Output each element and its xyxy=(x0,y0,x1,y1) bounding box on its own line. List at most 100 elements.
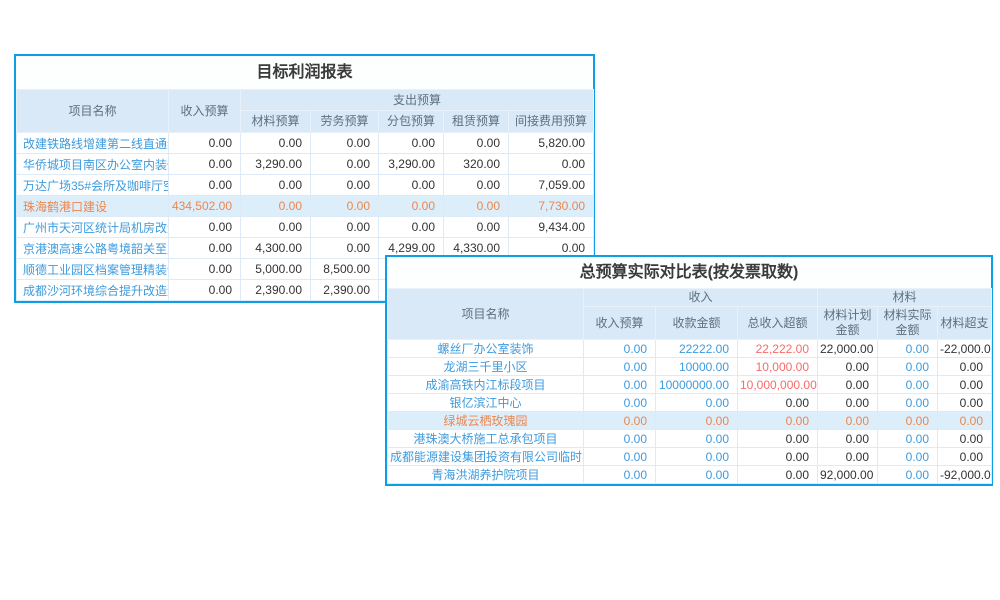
table-row: 银亿滨江中心0.000.000.000.000.000.00 xyxy=(388,394,992,412)
project-name-link[interactable]: 成渝高铁内江标段项目 xyxy=(388,376,584,394)
value-cell: 22,222.00 xyxy=(738,340,818,358)
table-row: 改建铁路线增建第二线直通线（成0.000.000.000.000.005,820… xyxy=(17,133,594,154)
table2-grid: 项目名称 收入 材料 收入预算 收款金额 总收入超额 材料计划金额 材料实际金额… xyxy=(387,288,992,484)
value-cell: 0.00 xyxy=(656,412,738,430)
col-project-name: 项目名称 xyxy=(17,90,169,133)
value-cell: 0.00 xyxy=(818,430,878,448)
project-name-link[interactable]: 螺丝厂办公室装饰 xyxy=(388,340,584,358)
value-cell: 0.00 xyxy=(444,133,509,154)
value-cell: 0.00 xyxy=(878,430,938,448)
value-cell: 0.00 xyxy=(738,430,818,448)
value-cell: 320.00 xyxy=(444,154,509,175)
budget-actual-comparison-report: 总预算实际对比表(按发票取数) 项目名称 收入 材料 收入预算 收款金额 总收入… xyxy=(385,255,993,486)
value-cell: 0.00 xyxy=(169,133,241,154)
col-subcontract-budget: 分包预算 xyxy=(379,111,444,133)
value-cell: 0.00 xyxy=(311,217,379,238)
value-cell: 0.00 xyxy=(584,466,656,484)
value-cell: 0.00 xyxy=(169,175,241,196)
project-name-link[interactable]: 京港澳高速公路粤境韶关至广州三 xyxy=(17,238,169,259)
value-cell: 0.00 xyxy=(738,466,818,484)
value-cell: 3,290.00 xyxy=(241,154,311,175)
project-name-link[interactable]: 改建铁路线增建第二线直通线（成 xyxy=(17,133,169,154)
value-cell: 0.00 xyxy=(878,448,938,466)
table-row: 华侨城项目南区办公室内装修工程0.003,290.000.003,290.003… xyxy=(17,154,594,175)
value-cell: 0.00 xyxy=(379,175,444,196)
table2-header: 项目名称 收入 材料 收入预算 收款金额 总收入超额 材料计划金额 材料实际金额… xyxy=(388,289,992,340)
project-name-link[interactable]: 万达广场35#会所及咖啡厅空调安 xyxy=(17,175,169,196)
value-cell: 0.00 xyxy=(878,376,938,394)
col-indirect-cost-budget: 间接费用预算 xyxy=(509,111,594,133)
value-cell: -22,000.00 xyxy=(938,340,992,358)
col-group-material: 材料 xyxy=(818,289,992,307)
value-cell: 0.00 xyxy=(241,196,311,217)
value-cell: 5,000.00 xyxy=(241,259,311,280)
value-cell: 0.00 xyxy=(878,358,938,376)
value-cell: 2,390.00 xyxy=(311,280,379,301)
value-cell: 0.00 xyxy=(379,196,444,217)
project-name-link[interactable]: 广州市天河区统计局机房改造项目 xyxy=(17,217,169,238)
table-row: 万达广场35#会所及咖啡厅空调安0.000.000.000.000.007,05… xyxy=(17,175,594,196)
value-cell: 0.00 xyxy=(584,430,656,448)
project-name-link[interactable]: 华侨城项目南区办公室内装修工程 xyxy=(17,154,169,175)
table1-title: 目标利润报表 xyxy=(16,56,593,89)
col-project-name: 项目名称 xyxy=(388,289,584,340)
value-cell: 0.00 xyxy=(656,430,738,448)
value-cell: 0.00 xyxy=(584,358,656,376)
table2-body: 螺丝厂办公室装饰0.0022222.0022,222.0022,000.000.… xyxy=(388,340,992,484)
value-cell: 0.00 xyxy=(738,394,818,412)
value-cell: 7,059.00 xyxy=(509,175,594,196)
table-row: 成都能源建设集团投资有限公司临时办公场所装修工0.000.000.000.000… xyxy=(388,448,992,466)
col-material-budget: 材料预算 xyxy=(241,111,311,133)
value-cell: 0.00 xyxy=(656,394,738,412)
project-name-link[interactable]: 银亿滨江中心 xyxy=(388,394,584,412)
value-cell: 10,000.00 xyxy=(738,358,818,376)
col-material-overrun: 材料超支 xyxy=(938,307,992,340)
project-name-link[interactable]: 珠海鹤港口建设 xyxy=(17,196,169,217)
value-cell: 0.00 xyxy=(818,394,878,412)
project-name-link[interactable]: 青海洪湖养护院项目 xyxy=(388,466,584,484)
value-cell: 0.00 xyxy=(938,448,992,466)
value-cell: 5,820.00 xyxy=(509,133,594,154)
value-cell: 10,000,000.00 xyxy=(738,376,818,394)
value-cell: 0.00 xyxy=(938,376,992,394)
value-cell: 0.00 xyxy=(241,175,311,196)
value-cell: 0.00 xyxy=(379,217,444,238)
value-cell: 0.00 xyxy=(938,358,992,376)
value-cell: 0.00 xyxy=(509,154,594,175)
value-cell: 0.00 xyxy=(311,154,379,175)
value-cell: 10000000.00 xyxy=(656,376,738,394)
value-cell: 0.00 xyxy=(656,448,738,466)
value-cell: 0.00 xyxy=(656,466,738,484)
value-cell: 0.00 xyxy=(241,133,311,154)
project-name-link[interactable]: 成都能源建设集团投资有限公司临时办公场所装修工 xyxy=(388,448,584,466)
project-name-link[interactable]: 港珠澳大桥施工总承包项目 xyxy=(388,430,584,448)
value-cell: 0.00 xyxy=(938,412,992,430)
value-cell: 434,502.00 xyxy=(169,196,241,217)
project-name-link[interactable]: 龙湖三千里小区 xyxy=(388,358,584,376)
table-row: 港珠澳大桥施工总承包项目0.000.000.000.000.000.00 xyxy=(388,430,992,448)
project-name-link[interactable]: 成都沙河环境综合提升改造运河护 xyxy=(17,280,169,301)
value-cell: 0.00 xyxy=(878,412,938,430)
table-row: 螺丝厂办公室装饰0.0022222.0022,222.0022,000.000.… xyxy=(388,340,992,358)
value-cell: 0.00 xyxy=(444,175,509,196)
value-cell: 0.00 xyxy=(584,340,656,358)
value-cell: 0.00 xyxy=(311,175,379,196)
value-cell: 2,390.00 xyxy=(241,280,311,301)
value-cell: 0.00 xyxy=(311,133,379,154)
col-lease-budget: 租赁预算 xyxy=(444,111,509,133)
page: 目标利润报表 项目名称 收入预算 支出预算 材料预算 劳务预算 分包预算 租赁预… xyxy=(0,0,1000,600)
value-cell: 0.00 xyxy=(938,430,992,448)
value-cell: 0.00 xyxy=(878,466,938,484)
value-cell: 0.00 xyxy=(738,412,818,430)
value-cell: 0.00 xyxy=(584,448,656,466)
value-cell: 0.00 xyxy=(311,238,379,259)
table-row: 龙湖三千里小区0.0010000.0010,000.000.000.000.00 xyxy=(388,358,992,376)
value-cell: 0.00 xyxy=(818,358,878,376)
project-name-link[interactable]: 绿城云栖玫瑰园 xyxy=(388,412,584,430)
value-cell: 0.00 xyxy=(169,238,241,259)
table-row: 珠海鹤港口建设434,502.000.000.000.000.007,730.0… xyxy=(17,196,594,217)
project-name-link[interactable]: 顺德工业园区档案管理精装饰工程 xyxy=(17,259,169,280)
value-cell: 0.00 xyxy=(818,412,878,430)
value-cell: 0.00 xyxy=(818,376,878,394)
value-cell: 0.00 xyxy=(878,340,938,358)
